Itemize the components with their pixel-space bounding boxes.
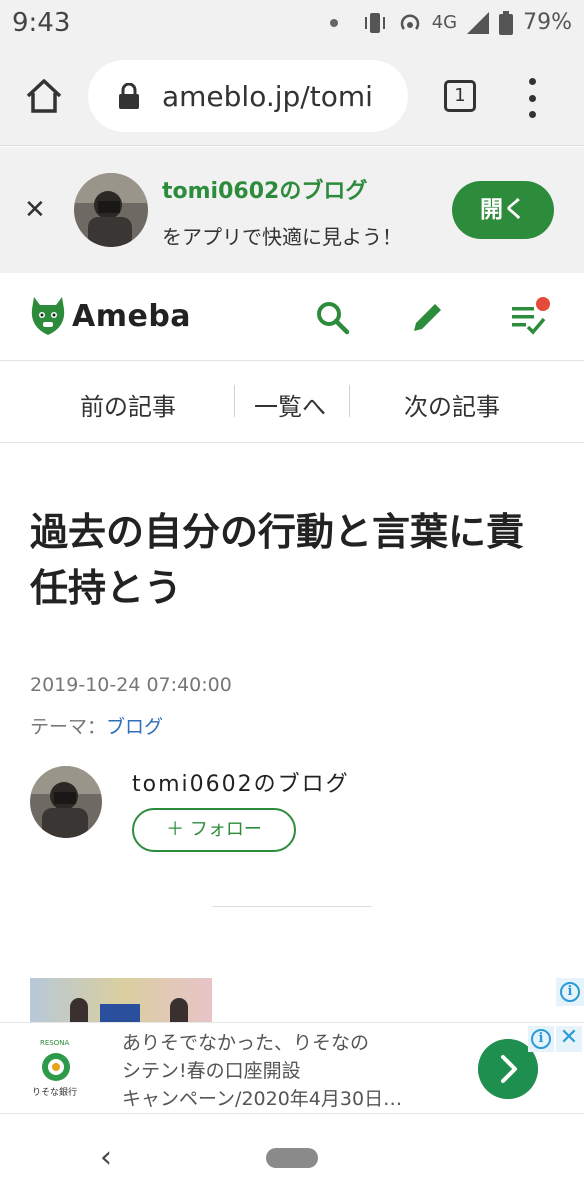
resona-logo-icon (42, 1053, 70, 1081)
tabs-icon[interactable]: 1 (444, 80, 476, 112)
ameba-logo-text[interactable]: Ameba (72, 299, 191, 334)
ad-info-icon[interactable]: i (556, 978, 584, 1006)
ad-text: ありそでなかった、りそなの シテン!春の口座開設 キャンペーン/2020年4月3… (122, 1029, 402, 1113)
app-banner: ✕ tomi0602のブログ をアプリで快適に見よう！ 開く (0, 147, 584, 273)
search-icon[interactable] (314, 299, 350, 335)
signal-icon (467, 11, 490, 34)
ad-close-icon[interactable]: ✕ (556, 1026, 582, 1052)
author-avatar[interactable] (30, 766, 102, 838)
article-theme: テーマ：ブログ (30, 712, 163, 739)
browser-toolbar: ameblo.jp/tomi 1 (0, 48, 584, 146)
banner-title: tomi0602のブログ (162, 179, 368, 204)
notification-dot-icon (329, 18, 338, 27)
banner-subtitle: をアプリで快適に見よう！ (162, 225, 402, 249)
follow-button[interactable]: ＋ フォロー (132, 808, 296, 852)
system-nav-bar: ‹ (0, 1114, 584, 1200)
next-article-link[interactable]: 次の記事 (404, 387, 500, 422)
ad-image[interactable] (30, 978, 212, 1024)
home-icon[interactable] (24, 76, 64, 116)
bank-name: りそな銀行 (32, 1088, 78, 1098)
blog-avatar (74, 173, 148, 247)
notification-badge (536, 297, 550, 311)
article-date: 2019-10-24 07:40:00 (30, 674, 232, 696)
vibrate-icon (364, 12, 385, 33)
network-label: 4G (431, 12, 458, 33)
nav-divider (234, 385, 235, 417)
close-icon[interactable]: ✕ (24, 197, 46, 223)
back-icon[interactable]: ‹ (100, 1140, 112, 1175)
more-icon[interactable] (524, 78, 540, 118)
home-pill-icon[interactable] (266, 1148, 318, 1168)
status-time: 9:43 (12, 8, 71, 38)
article-list-link[interactable]: 一覧へ (254, 387, 326, 422)
ad-line: キャンペーン/2020年4月30日… (122, 1088, 403, 1110)
author-name[interactable]: tomi0602のブログ (132, 766, 350, 798)
url-bar[interactable]: ameblo.jp/tomi (88, 60, 408, 132)
battery-icon (499, 10, 514, 35)
ad-line: ありそでなかった、りそなの (122, 1032, 370, 1054)
divider (212, 906, 372, 907)
ameba-logo-icon[interactable] (30, 293, 66, 337)
prev-article-link[interactable]: 前の記事 (80, 387, 176, 422)
article-title: 過去の自分の行動と言葉に責任持とう (30, 510, 525, 610)
lock-icon (119, 83, 139, 109)
pencil-icon[interactable] (410, 299, 446, 335)
theme-link[interactable]: ブログ (106, 716, 163, 738)
open-app-button[interactable]: 開く (452, 181, 554, 239)
ameba-header: Ameba (0, 273, 584, 361)
url-text: ameblo.jp/tomi (162, 79, 373, 113)
ad-info-icon[interactable]: i (528, 1026, 554, 1052)
theme-label: テーマ： (30, 716, 107, 738)
hotspot-icon (400, 13, 419, 30)
battery-percent: 79% (523, 10, 572, 35)
nav-divider (349, 385, 350, 417)
article-nav: 前の記事 一覧へ 次の記事 (0, 361, 584, 443)
status-bar: 9:43 4G 79% (0, 0, 584, 48)
ad-line: シテン!春の口座開設 (122, 1060, 301, 1082)
bottom-ad-banner[interactable]: RESONA りそな銀行 ありそでなかった、りそなの シテン!春の口座開設 キャ… (0, 1022, 584, 1114)
status-icons: 4G 79% (329, 10, 572, 35)
